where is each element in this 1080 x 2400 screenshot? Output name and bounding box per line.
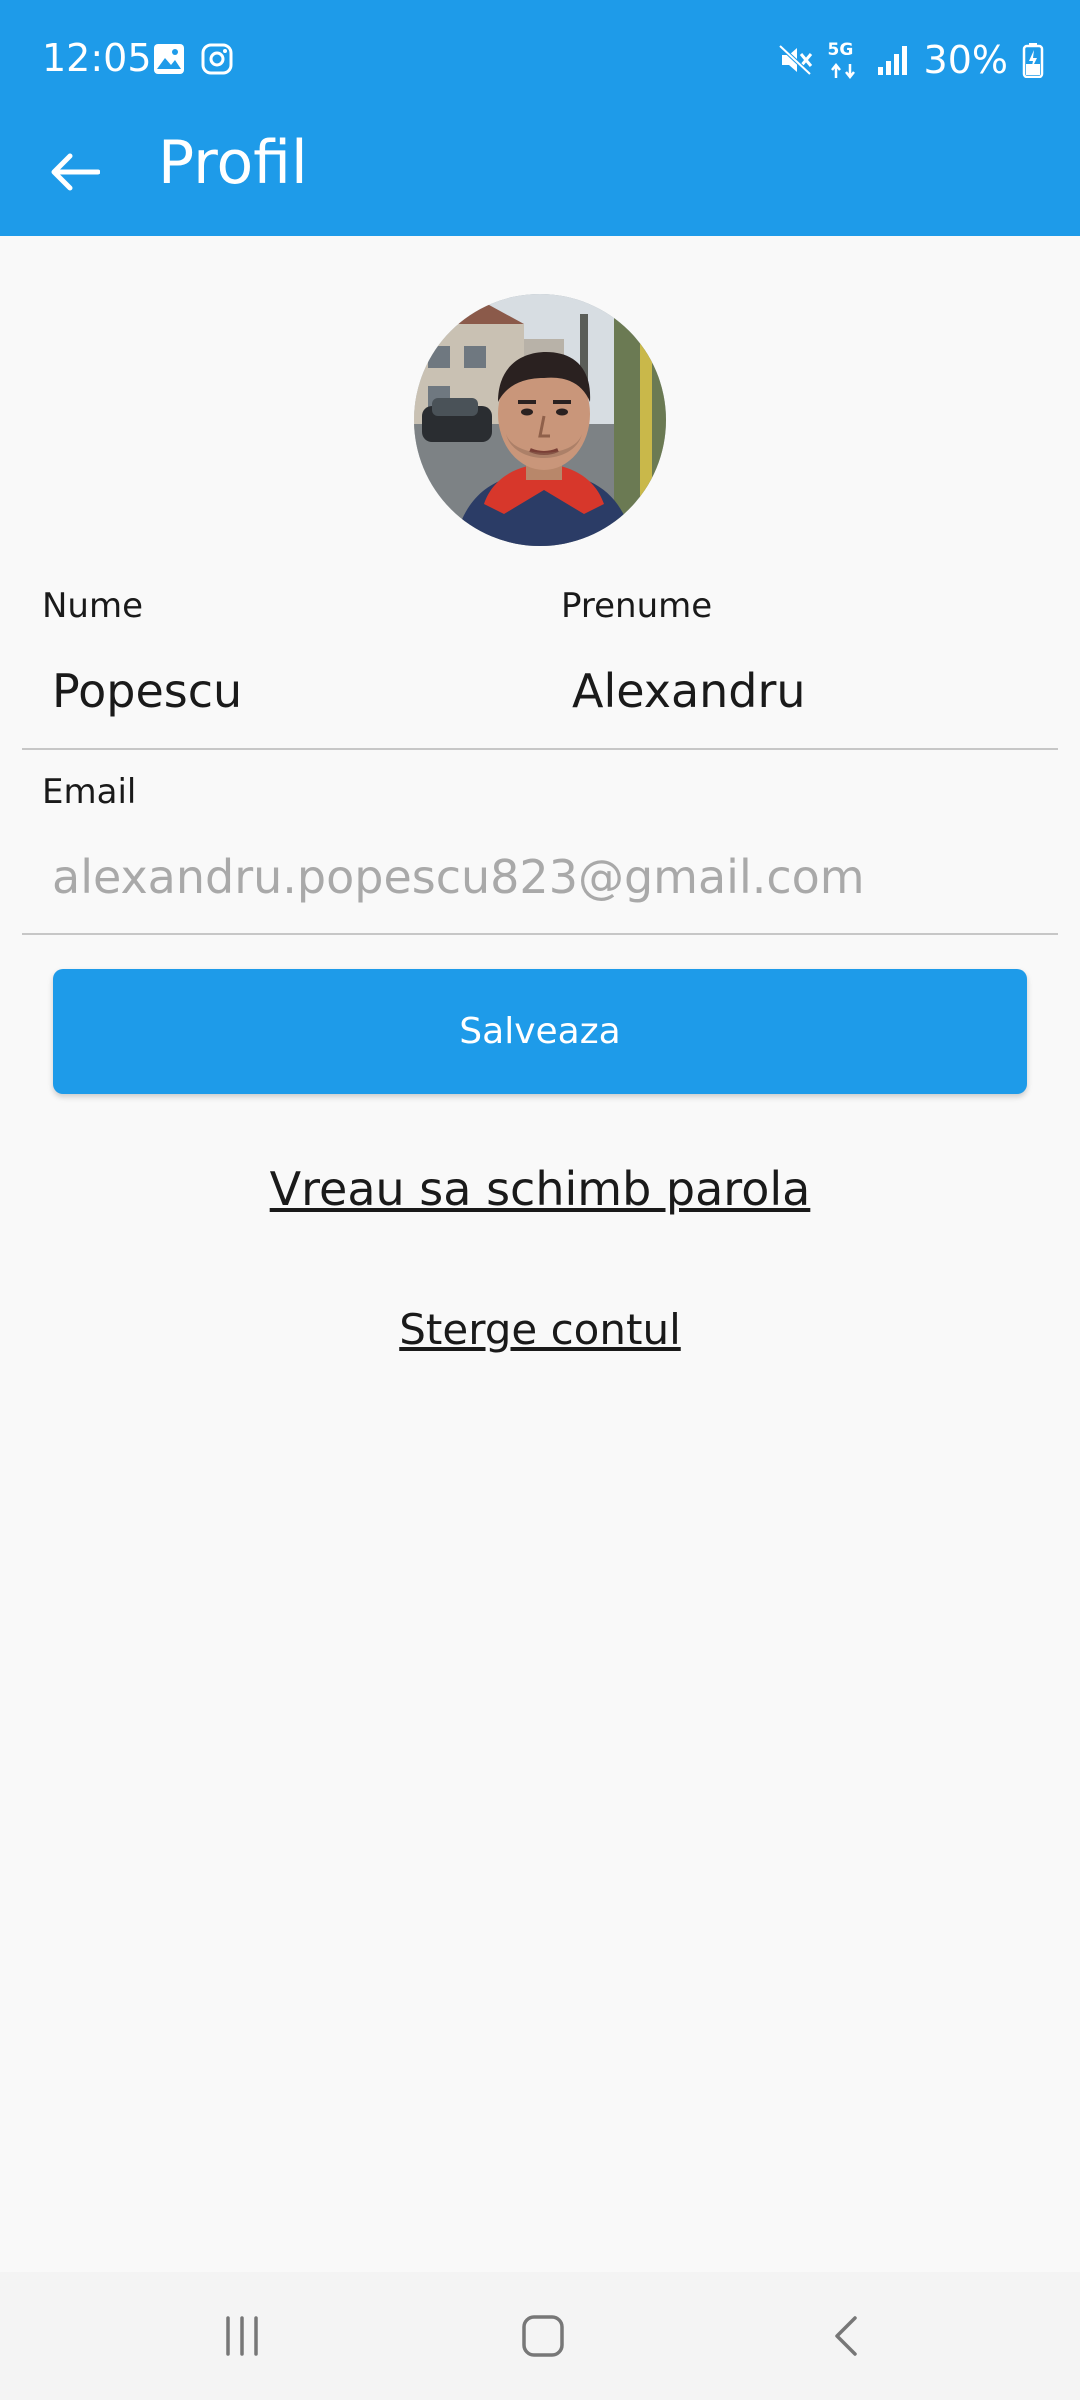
- battery-percentage: 30%: [923, 38, 1008, 82]
- status-right-group: 5G 30%: [778, 36, 1044, 84]
- status-bar: 12:05 5G 30%: [0, 0, 1080, 120]
- recent-apps-button[interactable]: [192, 2296, 292, 2376]
- email-divider: [22, 933, 1058, 935]
- page-title: Profil: [158, 128, 308, 198]
- mute-icon: [778, 44, 812, 76]
- signal-strength-icon: [877, 46, 907, 75]
- arrow-left-icon: [51, 153, 100, 191]
- home-button[interactable]: [493, 2296, 593, 2376]
- top-bar: 12:05 5G 30% Profil: [0, 0, 1080, 236]
- gallery-notification-icon: [154, 44, 184, 74]
- instagram-notification-icon: [201, 43, 233, 75]
- prenume-label: Prenume: [561, 586, 713, 626]
- status-time: 12:05: [42, 36, 152, 80]
- change-password-link[interactable]: Vreau sa schimb parola: [0, 1162, 1080, 1216]
- back-nav-button[interactable]: [797, 2296, 897, 2376]
- profile-avatar[interactable]: [414, 294, 666, 546]
- network-5g-icon: 5G: [828, 40, 862, 80]
- battery-charging-icon: [1022, 43, 1044, 78]
- save-button[interactable]: Salveaza: [53, 969, 1027, 1094]
- email-label: Email: [42, 772, 137, 812]
- save-button-label: Salveaza: [459, 1011, 621, 1052]
- nume-label: Nume: [42, 586, 144, 626]
- delete-account-link[interactable]: Sterge contul: [0, 1305, 1080, 1354]
- nume-input[interactable]: [52, 660, 512, 722]
- email-input[interactable]: [52, 846, 1052, 908]
- system-navigation-bar: [0, 2272, 1080, 2400]
- back-button[interactable]: [36, 134, 112, 210]
- recent-apps-icon: [226, 2316, 258, 2356]
- app-bar: Profil: [0, 120, 1080, 236]
- chevron-left-icon: [835, 2316, 857, 2356]
- name-divider: [22, 748, 1058, 750]
- prenume-input[interactable]: [572, 660, 1052, 722]
- home-icon: [522, 2315, 564, 2357]
- network-type-label: 5G: [827, 40, 854, 60]
- avatar-photo: [414, 294, 666, 546]
